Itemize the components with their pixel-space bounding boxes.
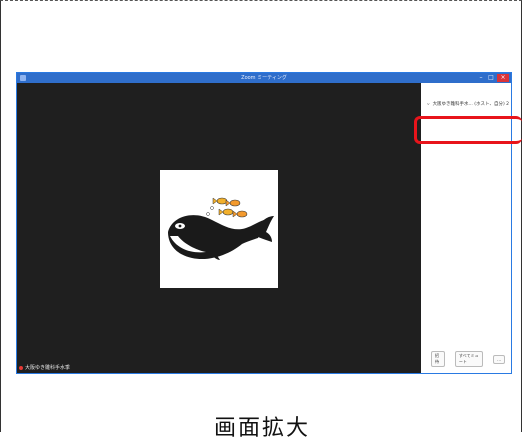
window-title: Zoom ミーティング xyxy=(241,75,287,81)
minimize-button[interactable]: – xyxy=(477,74,485,82)
self-name-text: 大阪ゆき雛科手水季 xyxy=(25,365,71,371)
participants-footer: 招待 すべてミュート ... xyxy=(431,351,505,367)
mute-all-button[interactable]: すべてミュート xyxy=(454,351,484,367)
orca-illustration xyxy=(168,197,274,260)
self-name-label: 大阪ゆき雛科手水季 xyxy=(19,364,70,371)
maximize-button[interactable]: □ xyxy=(487,74,495,82)
zoom-app-icon xyxy=(20,75,26,81)
participant-name: 大阪ゆき雛科手水... (ホスト、自分) 2 xyxy=(432,102,509,107)
close-button[interactable]: × xyxy=(497,74,509,82)
window-titlebar: Zoom ミーティング – □ × xyxy=(17,73,511,83)
participant-avatar-image xyxy=(160,170,278,288)
highlight-annotation xyxy=(414,116,522,144)
invite-button[interactable]: 招待 xyxy=(431,351,445,367)
muted-mic-icon xyxy=(19,365,23,370)
more-button[interactable]: ... xyxy=(493,354,505,364)
page-caption: 画面拡大 xyxy=(213,416,310,441)
window-controls: – □ × xyxy=(477,74,509,82)
fish-icon xyxy=(212,197,248,218)
chevron-down-icon xyxy=(427,103,430,105)
video-area[interactable]: 大阪ゆき雛科手水季 xyxy=(17,83,421,373)
participant-row[interactable]: 大阪ゆき雛科手水... (ホスト、自分) 2 xyxy=(427,99,509,109)
